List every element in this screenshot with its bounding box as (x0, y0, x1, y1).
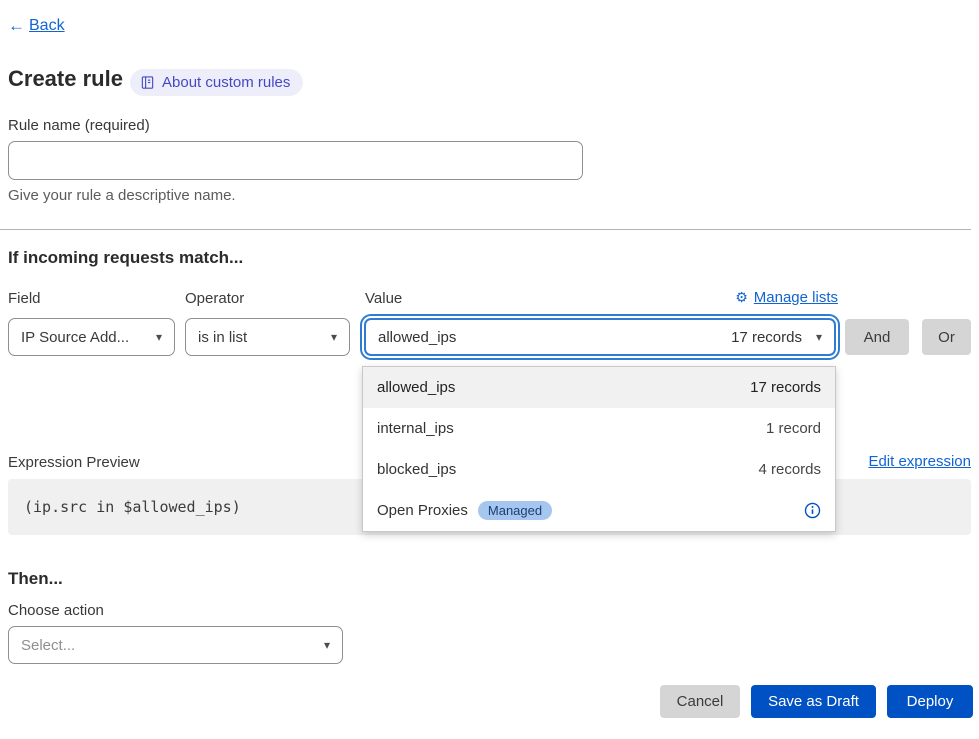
back-arrow-icon: ← (8, 16, 25, 36)
rule-name-help-text: Give your rule a descriptive name. (8, 187, 236, 204)
field-select-value: IP Source Add... (21, 329, 129, 346)
book-icon (140, 75, 155, 90)
then-section-heading: Then... (8, 569, 63, 589)
list-item-internal-ips[interactable]: internal_ips 1 record (363, 408, 835, 449)
list-item-allowed-ips[interactable]: allowed_ips 17 records (363, 367, 835, 408)
field-select[interactable]: IP Source Add... ▾ (8, 318, 175, 356)
chevron-down-icon: ▾ (331, 330, 337, 344)
page-title: Create rule (8, 66, 123, 92)
manage-lists-label: Manage lists (754, 289, 838, 306)
list-item-name: internal_ips (377, 420, 454, 437)
managed-badge: Managed (478, 501, 552, 520)
value-select-name: allowed_ips (378, 329, 456, 346)
rule-name-label: Rule name (required) (8, 117, 150, 134)
about-custom-rules-badge[interactable]: About custom rules (130, 69, 303, 96)
or-button[interactable]: Or (922, 319, 971, 355)
match-section-heading: If incoming requests match... (8, 248, 243, 268)
operator-label: Operator (185, 290, 244, 307)
expression-code: (ip.src in $allowed_ips) (24, 498, 241, 516)
back-link[interactable]: ← Back (8, 16, 65, 36)
action-select-placeholder: Select... (21, 637, 75, 654)
list-item-record-count: 17 records (750, 379, 821, 396)
list-item-record-count: 1 record (766, 420, 821, 437)
back-link-label: Back (29, 17, 65, 35)
list-item-blocked-ips[interactable]: blocked_ips 4 records (363, 449, 835, 490)
gear-icon: ⚙ (735, 289, 748, 306)
action-select[interactable]: Select... ▾ (8, 626, 343, 664)
chevron-down-icon: ▾ (156, 330, 162, 344)
cancel-button[interactable]: Cancel (660, 685, 740, 718)
list-item-name: Open Proxies (377, 502, 468, 519)
value-label: Value (365, 290, 402, 307)
list-item-name: allowed_ips (377, 379, 455, 396)
edit-expression-link[interactable]: Edit expression (868, 453, 971, 470)
section-divider (0, 229, 971, 230)
chevron-down-icon: ▾ (816, 330, 822, 344)
about-badge-label: About custom rules (162, 74, 290, 91)
operator-select-value: is in list (198, 329, 247, 346)
list-item-name: blocked_ips (377, 461, 456, 478)
list-item-open-proxies[interactable]: Open Proxies Managed (363, 490, 835, 531)
deploy-button[interactable]: Deploy (887, 685, 973, 718)
value-select[interactable]: allowed_ips 17 records ▾ (364, 318, 836, 356)
rule-name-input[interactable] (8, 141, 583, 180)
expression-preview-label: Expression Preview (8, 454, 140, 471)
operator-select[interactable]: is in list ▾ (185, 318, 350, 356)
and-button[interactable]: And (845, 319, 909, 355)
info-icon[interactable] (804, 502, 821, 519)
manage-lists-link[interactable]: ⚙ Manage lists (735, 289, 838, 306)
choose-action-label: Choose action (8, 602, 104, 619)
field-label: Field (8, 290, 41, 307)
chevron-down-icon: ▾ (324, 638, 330, 652)
lists-dropdown: allowed_ips 17 records internal_ips 1 re… (362, 366, 836, 532)
save-as-draft-button[interactable]: Save as Draft (751, 685, 876, 718)
value-select-record-count: 17 records (731, 329, 802, 346)
list-item-record-count: 4 records (758, 461, 821, 478)
